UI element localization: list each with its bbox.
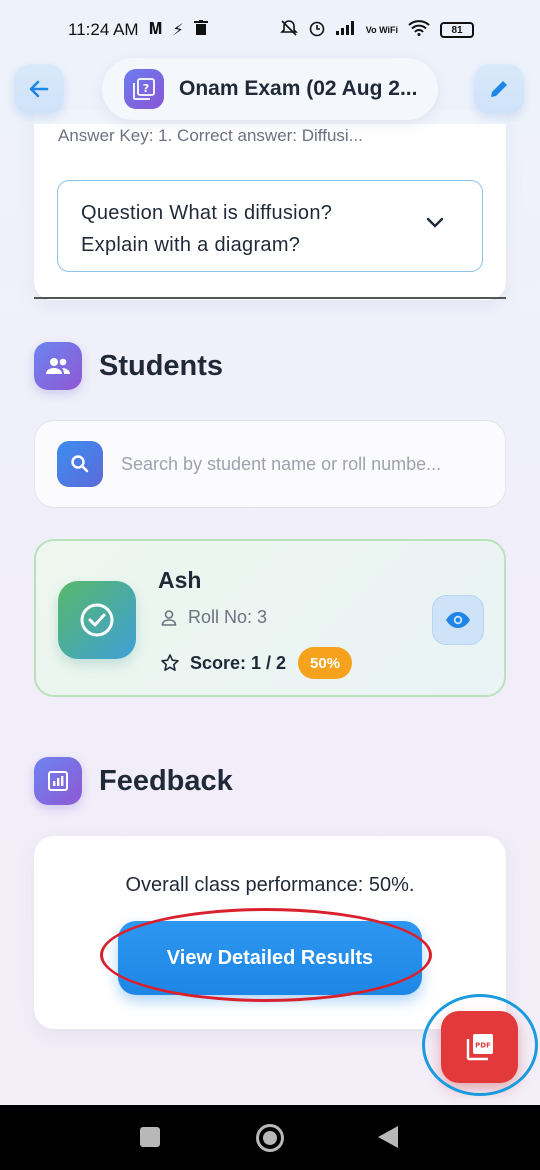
chevron-down-icon [426, 217, 444, 228]
question-line-1: Question What is diffusion? [81, 202, 333, 224]
score-percent-badge: 50% [298, 647, 353, 679]
mute-bell-icon [279, 19, 298, 42]
page-title: Onam Exam (02 Aug 2... [179, 77, 418, 100]
search-icon [57, 441, 103, 487]
svg-text:?: ? [143, 82, 149, 95]
analytics-icon [34, 757, 82, 805]
alarm-icon [308, 19, 326, 42]
home-button[interactable] [256, 1124, 284, 1152]
pencil-icon [491, 81, 507, 97]
check-circle-icon [58, 581, 136, 659]
person-icon [161, 609, 177, 626]
divider [34, 297, 506, 299]
quiz-icon: ? [124, 69, 164, 109]
flash-icon: ⚡ [172, 22, 184, 39]
question-dropdown[interactable]: Question What is diffusion? Explain with… [57, 180, 483, 272]
system-back-button[interactable] [378, 1126, 398, 1148]
edit-button[interactable] [474, 64, 524, 114]
pdf-label: PDF [475, 1042, 491, 1050]
search-placeholder: Search by student name or roll numbe... [121, 453, 442, 474]
eye-icon [446, 612, 470, 628]
vowifi-label: Vo WiFi [365, 24, 398, 35]
system-nav-bar [0, 1105, 540, 1170]
pdf-icon: PDF [466, 1034, 493, 1061]
home-dot [263, 1131, 277, 1145]
people-icon [34, 342, 82, 390]
gmail-icon: 𝐌 [148, 21, 163, 38]
arrow-left-icon [29, 80, 49, 98]
recents-button[interactable] [140, 1127, 160, 1147]
students-section-header: Students [34, 342, 223, 390]
roll-row: Roll No: 3 [160, 607, 267, 628]
feedback-card: Overall class performance: 50%. View Det… [34, 836, 506, 1029]
answer-key-text: Answer Key: 1. Correct answer: Diffusi..… [58, 126, 363, 145]
roll-number: Roll No: 3 [188, 607, 268, 627]
class-performance-text: Overall class performance: 50%. [125, 874, 415, 896]
battery-indicator: 81 [440, 22, 474, 38]
view-detailed-results-button[interactable]: View Detailed Results [118, 921, 422, 995]
student-search-input[interactable]: Search by student name or roll numbe... [34, 420, 506, 508]
score-row: Score: 1 / 2 50% [160, 647, 353, 679]
star-icon [161, 654, 179, 671]
status-time: 11:24 AM [68, 20, 139, 39]
students-heading: Students [99, 349, 224, 382]
signal-icon [335, 20, 356, 40]
student-card[interactable]: Ash Roll No: 3 Score: 1 / 2 50% [34, 539, 506, 697]
back-button[interactable] [14, 64, 64, 114]
student-name: Ash [158, 567, 202, 593]
status-bar: 11:24 AM 𝐌 ⚡ Vo WiFi 81 [0, 0, 540, 60]
wifi-icon [408, 19, 430, 41]
pdf-export-button[interactable]: PDF [441, 1011, 518, 1083]
feedback-section-header: Feedback [34, 757, 233, 805]
question-line-2: Explain with a diagram? [81, 234, 301, 256]
score-text: Score: 1 / 2 [190, 652, 287, 673]
app-header: ? Onam Exam (02 Aug 2... [0, 58, 540, 124]
feedback-heading: Feedback [99, 764, 233, 797]
view-student-button[interactable] [432, 595, 484, 645]
trash-icon [193, 19, 208, 41]
question-card: Answer Key: 1. Correct answer: Diffusi..… [34, 110, 506, 300]
exam-title-pill: ? Onam Exam (02 Aug 2... [102, 58, 438, 120]
